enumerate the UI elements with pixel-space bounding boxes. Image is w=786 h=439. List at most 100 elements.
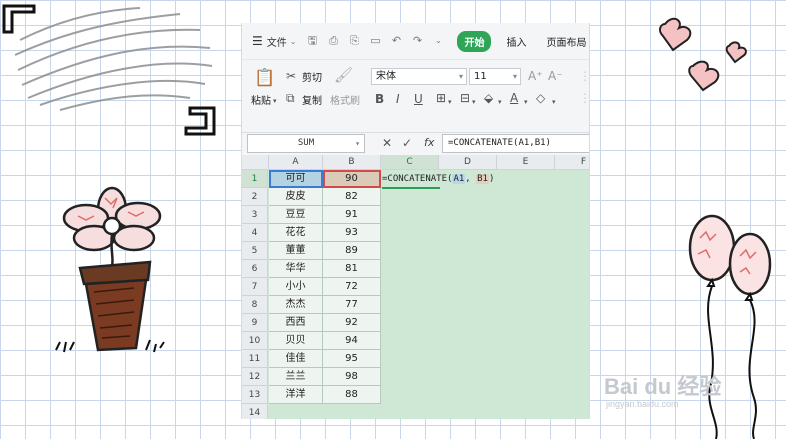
export-pdf-icon[interactable]: ▭: [369, 35, 381, 47]
row-header[interactable]: 1: [242, 170, 268, 188]
save-icon[interactable]: 🖫: [306, 35, 318, 47]
print-preview-icon[interactable]: ⎙: [327, 35, 339, 47]
row-header[interactable]: 5: [242, 242, 268, 260]
row-header[interactable]: 8: [242, 296, 268, 314]
table-cell-score[interactable]: 93: [323, 224, 381, 242]
name-box-value: SUM: [297, 138, 315, 148]
chevron-down-icon: ▾: [512, 72, 517, 81]
table-cell-name[interactable]: 董董: [269, 242, 323, 260]
table-cell-name[interactable]: 贝贝: [269, 332, 323, 350]
table-cell-name[interactable]: 华华: [269, 260, 323, 278]
column-header-f[interactable]: F: [555, 155, 589, 170]
table-cell-score[interactable]: 72: [323, 278, 381, 296]
table-cell-score[interactable]: 89: [323, 242, 381, 260]
table-cell-name[interactable]: 花花: [269, 224, 323, 242]
undo-icon[interactable]: ↶: [390, 35, 402, 47]
formula-prefix: =CONCATENATE(: [382, 174, 453, 184]
redo-icon[interactable]: ↷: [411, 35, 423, 47]
print-icon[interactable]: ⎘: [348, 35, 360, 47]
table-cell-score[interactable]: 91: [323, 206, 381, 224]
cancel-icon[interactable]: ✕: [382, 136, 392, 150]
paste-button[interactable]: 粘贴: [251, 92, 271, 107]
active-cell-indicator: [382, 187, 440, 189]
row-header[interactable]: 6: [242, 260, 268, 278]
more-icon[interactable]: ⌄: [432, 35, 444, 47]
file-menu-button[interactable]: ☰ 文件 ⌄: [252, 34, 296, 49]
formula-bar: SUM ▾ ✕ ✓ fx =CONCATENATE(A1,B1): [242, 133, 589, 155]
table-cell-name[interactable]: 杰杰: [269, 296, 323, 314]
paste-icon[interactable]: 📋: [254, 68, 275, 88]
table-cell-name[interactable]: 西西: [269, 314, 323, 332]
decrease-font-icon[interactable]: A⁻: [548, 69, 563, 83]
scissors-icon[interactable]: ✂: [286, 69, 296, 83]
confirm-icon[interactable]: ✓: [402, 136, 412, 150]
row-header[interactable]: 7: [242, 278, 268, 296]
row-header[interactable]: 2: [242, 188, 268, 206]
cut-button[interactable]: 剪切: [302, 69, 322, 84]
table-cell-name[interactable]: 洋洋: [269, 386, 323, 404]
formula-input[interactable]: =CONCATENATE(A1,B1): [442, 134, 589, 153]
border-icon[interactable]: ⊞: [436, 91, 446, 105]
row-header[interactable]: 3: [242, 206, 268, 224]
table-cell-score[interactable]: 98: [323, 368, 381, 386]
tab-home[interactable]: 开始: [457, 30, 492, 52]
table-cell-name[interactable]: 兰兰: [269, 368, 323, 386]
font-color-dropdown-icon[interactable]: ▾: [524, 95, 528, 109]
clear-format-icon[interactable]: ◇: [536, 91, 545, 105]
column-header-a[interactable]: A: [269, 155, 323, 170]
cell-c1-editing[interactable]: =CONCATENATE(A1, B1): [382, 170, 494, 188]
format-painter-icon[interactable]: 🖌: [334, 68, 353, 83]
increase-font-icon[interactable]: A⁺: [528, 69, 543, 83]
formula-separator: ,: [465, 174, 477, 184]
column-header-b[interactable]: B: [323, 155, 381, 170]
font-name-select[interactable]: 宋体 ▾: [371, 68, 467, 85]
format-painter-button[interactable]: 格式刷: [330, 92, 360, 107]
tab-insert[interactable]: 插入: [506, 34, 526, 49]
fill-dropdown-icon[interactable]: ▾: [498, 95, 502, 109]
cell-b1[interactable]: 90: [323, 170, 381, 188]
bold-icon[interactable]: B: [375, 92, 384, 106]
merge-dropdown-icon[interactable]: ▾: [472, 95, 476, 109]
name-box[interactable]: SUM ▾: [247, 134, 365, 153]
formula-ref-b1: B1: [476, 174, 489, 184]
fill-color-icon[interactable]: ⬙: [484, 91, 493, 105]
table-cell-name[interactable]: 小小: [269, 278, 323, 296]
row-header[interactable]: 11: [242, 350, 268, 368]
underline-icon[interactable]: U: [414, 92, 423, 106]
row-header[interactable]: 13: [242, 386, 268, 404]
italic-icon[interactable]: I: [396, 92, 400, 106]
column-header-e[interactable]: E: [497, 155, 555, 170]
insert-function-button[interactable]: fx: [424, 136, 434, 149]
table-cell-name[interactable]: 佳佳: [269, 350, 323, 368]
copy-icon[interactable]: ⧉: [286, 91, 295, 105]
row-header[interactable]: 10: [242, 332, 268, 350]
font-color-icon[interactable]: A: [510, 91, 518, 105]
border-dropdown-icon[interactable]: ▾: [448, 95, 452, 109]
row-header[interactable]: 14: [242, 404, 268, 419]
table-cell-score[interactable]: 92: [323, 314, 381, 332]
select-all-corner[interactable]: [242, 155, 269, 170]
table-cell-score[interactable]: 77: [323, 296, 381, 314]
table-cell-score[interactable]: 88: [323, 386, 381, 404]
column-header-d[interactable]: D: [439, 155, 497, 170]
table-cell-score[interactable]: 81: [323, 260, 381, 278]
table-cell-score[interactable]: 94: [323, 332, 381, 350]
clear-dropdown-icon[interactable]: ▾: [552, 95, 556, 109]
table-cell-name[interactable]: 皮皮: [269, 188, 323, 206]
tab-page-layout[interactable]: 页面布局: [546, 34, 586, 49]
row-header[interactable]: 4: [242, 224, 268, 242]
worksheet-grid[interactable]: A B C D E F 1 2 3 4 5 6 7 8 9 10 11 12 1…: [242, 155, 589, 419]
column-header-c[interactable]: C: [381, 155, 439, 170]
spreadsheet-window: ☰ 文件 ⌄ 🖫 ⎙ ⎘ ▭ ↶ ↷ ⌄ 开始 插入 页面布局 📋 粘贴 ▾ ✂…: [241, 23, 590, 419]
row-header[interactable]: 9: [242, 314, 268, 332]
font-size-select[interactable]: 11 ▾: [469, 68, 521, 85]
merge-cells-icon[interactable]: ⊟: [460, 91, 470, 105]
table-cell-score[interactable]: 82: [323, 188, 381, 206]
paste-dropdown-icon[interactable]: ▾: [273, 94, 277, 108]
copy-button[interactable]: 复制: [302, 92, 322, 107]
table-cell-name[interactable]: 豆豆: [269, 206, 323, 224]
table-cell-score[interactable]: 95: [323, 350, 381, 368]
row-header[interactable]: 12: [242, 368, 268, 386]
cell-a1[interactable]: 可可: [269, 170, 323, 188]
ribbon-divider-icon: ⋮: [579, 69, 590, 83]
